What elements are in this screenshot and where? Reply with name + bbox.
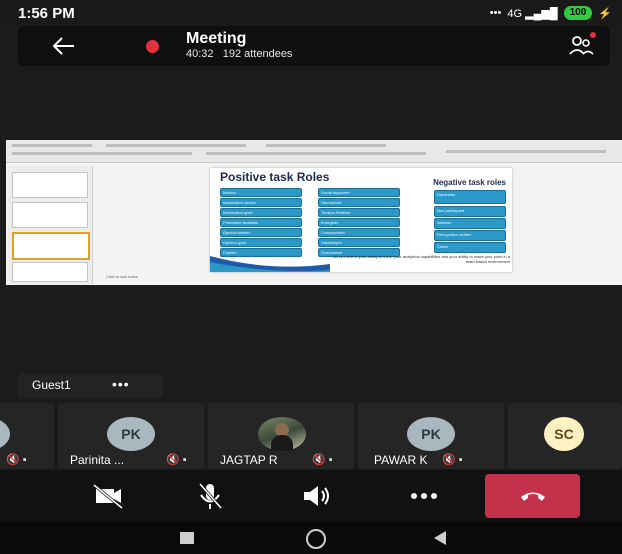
meeting-subtitle: 40:32 192 attendees	[186, 48, 292, 60]
slide-thumbnail	[12, 232, 90, 260]
role-tag: Dominator	[434, 190, 506, 204]
recording-indicator	[146, 40, 159, 53]
participant-tile[interactable]: PK Parinita ... 🔇 ▪	[58, 403, 204, 469]
more-options-icon[interactable]: •••	[112, 376, 130, 392]
status-time: 1:56 PM	[18, 5, 75, 22]
back-button[interactable]	[432, 530, 448, 546]
participant-tile[interactable]: PK PAWAR K 🔇 ▪	[358, 403, 504, 469]
charging-icon: ⚡	[598, 7, 612, 20]
attendee-count: 192 attendees	[222, 48, 293, 60]
role-tag: Clown	[434, 242, 506, 253]
mic-camera-off-icons: 🔇 ▪	[312, 454, 333, 466]
role-tag: Harmonizer	[318, 198, 400, 207]
role-tag: Procedure facilitator	[220, 218, 302, 227]
guest-participant-chip[interactable]: Guest1 •••	[18, 374, 163, 398]
more-options-button[interactable]	[400, 478, 448, 514]
participant-name: Parinita ...	[70, 453, 125, 467]
role-tag: Information seeker	[220, 198, 302, 207]
participants-notification-dot	[590, 32, 596, 38]
slide-title: Positive task Roles	[220, 170, 330, 184]
avatar-photo	[258, 417, 306, 451]
mic-camera-off-icons: 🔇 ▪	[442, 454, 463, 466]
slide-thumbnail	[12, 172, 88, 198]
role-tag: Information giver	[220, 208, 302, 217]
role-tag: Social supporter	[318, 188, 400, 197]
role-tag: Initiator	[220, 188, 302, 197]
participant-tile[interactable]: JAGTAP R 🔇 ▪	[208, 403, 354, 469]
guest-name: Guest1	[32, 378, 71, 392]
participants-icon[interactable]	[568, 34, 594, 58]
meeting-header: Meeting 40:32 192 attendees	[18, 26, 610, 66]
shared-screen: Positive task Roles Negative task roles …	[6, 140, 622, 285]
participant-name: PAWAR K	[374, 453, 428, 467]
negative-roles-title: Negative task roles	[433, 178, 506, 187]
current-slide: Positive task Roles Negative task roles …	[210, 168, 512, 272]
participant-tile[interactable]: SC	[508, 403, 622, 469]
mic-camera-off-icons: 🔇 ▪	[6, 454, 27, 466]
more-status-icon: •••	[489, 7, 502, 19]
slide-quote: GD is a test of your ability to think, y…	[332, 254, 510, 264]
role-tag: Non-participant	[434, 206, 506, 217]
slide-decoration-wave	[210, 256, 330, 272]
role-tag: Attacker	[434, 218, 506, 229]
mic-off-button[interactable]	[186, 478, 234, 514]
status-bar: 1:56 PM ••• 4G ▂▄▆█ 100 ⚡	[0, 0, 622, 26]
role-tag: Tension Reliever	[318, 208, 400, 217]
recent-apps-button[interactable]	[180, 532, 194, 544]
role-tag: Opinion giver	[220, 238, 302, 247]
end-call-button[interactable]	[485, 474, 580, 518]
mic-camera-off-icons: 🔇 ▪	[166, 454, 187, 466]
slide-thumbnails	[8, 166, 93, 284]
role-tag: Recognition seeker	[434, 230, 506, 241]
system-navigation-bar	[0, 522, 622, 554]
speaker-button[interactable]	[292, 478, 340, 514]
avatar: SC	[544, 417, 584, 451]
meeting-title: Meeting	[186, 30, 247, 47]
signal-icon: 4G ▂▄▆█	[507, 7, 558, 20]
role-tag: Energizer	[318, 218, 400, 227]
participant-name: JAGTAP R	[220, 453, 278, 467]
camera-off-button[interactable]	[84, 478, 132, 514]
role-tag: Compromiser	[318, 228, 400, 237]
slide-thumbnail	[12, 202, 88, 228]
avatar: PK	[107, 417, 155, 451]
slide-thumbnail	[12, 262, 88, 282]
home-button[interactable]	[306, 529, 326, 549]
powerpoint-ribbon	[6, 140, 622, 163]
meeting-duration: 40:32	[186, 48, 214, 60]
avatar: PK	[407, 417, 455, 451]
status-indicators: ••• 4G ▂▄▆█ 100 ⚡	[490, 6, 612, 20]
role-tag: Gatekeeper	[318, 238, 400, 247]
battery-icon: 100	[563, 6, 593, 20]
avatar	[0, 417, 10, 451]
role-tag: Opinion seeker	[220, 228, 302, 237]
participant-tile[interactable]: 🔇 ▪	[0, 403, 54, 469]
slide-notes-placeholder: Click to add notes	[106, 274, 138, 279]
hang-up-icon	[521, 492, 545, 501]
back-arrow-icon[interactable]	[50, 34, 76, 58]
